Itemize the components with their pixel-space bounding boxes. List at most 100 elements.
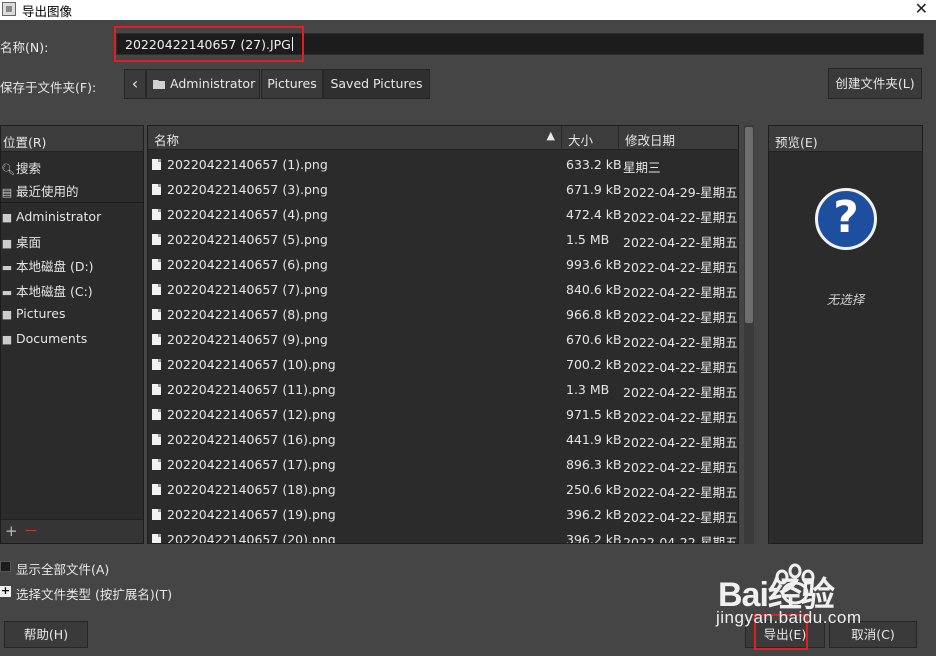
file-name: 20220422140657 (20).png — [167, 532, 336, 544]
select-file-type-expander[interactable]: 选择文件类型 (按扩展名)(T) — [16, 584, 172, 603]
file-row[interactable]: 20220422140657 (20).png 396.2 kB 2022-04-2… — [148, 527, 738, 544]
file-name: 20220422140657 (10).png — [167, 357, 336, 372]
breadcrumb-back-button[interactable]: ‹ — [124, 69, 146, 99]
file-name-cell: 20220422140657 (19).png — [152, 507, 336, 522]
file-name: 20220422140657 (5).png — [167, 232, 328, 247]
show-all-files-checkbox[interactable] — [0, 561, 11, 572]
create-folder-button[interactable]: 创建文件夹(L) — [828, 68, 922, 99]
file-row[interactable]: 20220422140657 (10).png 700.2 kB 2022-04-2… — [148, 352, 738, 377]
file-row[interactable]: 20220422140657 (11).png 1.3 MB 2022-04-22-… — [148, 377, 738, 402]
file-row[interactable]: 20220422140657 (12).png 971.5 kB 2022-04-2… — [148, 402, 738, 427]
file-row[interactable]: 20220422140657 (19).png 396.2 kB 2022-04-2… — [148, 502, 738, 527]
file-row[interactable]: 20220422140657 (17).png 896.3 kB 2022-04-2… — [148, 452, 738, 477]
place-drive-d[interactable]: ▬ 本地磁盘 (D:) — [1, 252, 143, 276]
file-row[interactable]: 20220422140657 (4).png 472.4 kB 2022-04-22… — [148, 202, 738, 227]
breadcrumb-pictures[interactable]: Pictures — [261, 69, 323, 99]
file-modified: 2022-04-22-星期五 — [623, 360, 738, 375]
recent-icon: ▤ — [1, 186, 13, 199]
file-row[interactable]: 20220422140657 (1).png 633.2 kB 星期三 — [148, 152, 738, 177]
file-size: 840.6 kB — [566, 282, 622, 297]
file-modified: 2022-04-22-星期五 — [623, 410, 738, 425]
chevron-left-icon: ‹ — [131, 74, 139, 93]
file-modified: 2022-04-22-星期五 — [623, 485, 738, 500]
watermark-url: jingyan.baidu.com — [716, 608, 862, 627]
file-name: 20220422140657 (16).png — [167, 432, 336, 447]
places-footer: + — — [1, 519, 143, 543]
file-list-scrollbar[interactable] — [744, 125, 754, 544]
place-documents[interactable]: ■ Documents — [1, 327, 143, 351]
place-drive-c[interactable]: ▬ 本地磁盘 (C:) — [1, 277, 143, 301]
column-modified-header[interactable]: 修改日期 — [619, 126, 738, 150]
breadcrumb-administrator[interactable]: Administrator — [146, 69, 260, 99]
file-modified: 2022-04-22-星期五 — [623, 235, 738, 250]
file-size: 700.2 kB — [566, 357, 622, 372]
file-modified: 2022-04-22-星期五 — [623, 210, 738, 225]
close-icon[interactable]: ✕ — [915, 0, 928, 18]
file-name-cell: 20220422140657 (11).png — [152, 382, 336, 397]
file-modified: 2022-04-22-星期五 — [623, 335, 738, 350]
file-row[interactable]: 20220422140657 (7).png 840.6 kB 2022-04-22… — [148, 277, 738, 302]
place-desktop[interactable]: ■ 桌面 — [1, 228, 143, 252]
file-name-cell: 20220422140657 (17).png — [152, 457, 336, 472]
place-label: Documents — [16, 331, 88, 346]
file-modified: 2022-04-22-星期五 — [623, 310, 738, 325]
file-row[interactable]: 20220422140657 (9).png 670.6 kB 2022-04-22… — [148, 327, 738, 352]
image-file-icon — [152, 259, 161, 270]
name-label: 名称(N): — [0, 40, 49, 55]
file-size: 1.3 MB — [566, 382, 610, 397]
file-modified: 2022-04-22-星期五 — [623, 535, 738, 544]
file-row[interactable]: 20220422140657 (3).png 671.9 kB 2022-04-29… — [148, 177, 738, 202]
image-file-icon — [152, 409, 161, 420]
file-name-cell: 20220422140657 (16).png — [152, 432, 336, 447]
place-label: 本地磁盘 (C:) — [16, 284, 93, 299]
image-file-icon — [152, 184, 161, 195]
sort-ascending-icon: ▲ — [546, 129, 555, 142]
file-name: 20220422140657 (1).png — [167, 157, 328, 172]
file-name-cell: 20220422140657 (7).png — [152, 282, 328, 297]
file-modified: 2022-04-29-星期五 — [623, 185, 738, 200]
file-modified: 2022-04-22-星期五 — [623, 510, 738, 525]
file-modified: 星期三 — [623, 160, 661, 175]
file-modified: 2022-04-22-星期五 — [623, 435, 738, 450]
place-recent[interactable]: ▤ 最近使用的 — [1, 177, 143, 201]
help-button[interactable]: 帮助(H) — [4, 621, 88, 648]
file-name: 20220422140657 (11).png — [167, 382, 336, 397]
file-size: 993.6 kB — [566, 257, 622, 272]
place-search[interactable]: 🔍︎搜索 — [1, 154, 143, 178]
folder-icon: ■ — [1, 211, 13, 224]
file-row[interactable]: 20220422140657 (5).png 1.5 MB 2022-04-22-星… — [148, 227, 738, 252]
filename-highlight-box — [114, 26, 304, 62]
add-bookmark-button[interactable]: + — [5, 522, 18, 540]
image-file-icon — [152, 484, 161, 495]
window-title: 导出图像 — [22, 4, 73, 19]
image-file-icon — [152, 384, 161, 395]
column-size-header[interactable]: 大小 — [562, 126, 619, 150]
file-row[interactable]: 20220422140657 (6).png 993.6 kB 2022-04-22… — [148, 252, 738, 277]
file-list: 名称 ▲ 大小 修改日期 20220422140657 (1).png 633.2… — [147, 125, 739, 544]
breadcrumb-saved-pictures[interactable]: Saved Pictures — [323, 69, 430, 99]
file-name: 20220422140657 (19).png — [167, 507, 336, 522]
column-name-header[interactable]: 名称 ▲ — [148, 126, 562, 150]
image-file-icon — [152, 534, 161, 543]
place-administrator[interactable]: ■ Administrator — [1, 205, 143, 229]
preview-panel: 预览(E) ? 无选择 — [768, 125, 923, 544]
place-pictures[interactable]: ■ Pictures — [1, 302, 143, 326]
file-size: 971.5 kB — [566, 407, 622, 422]
file-row[interactable]: 20220422140657 (8).png 966.8 kB 2022-04-22… — [148, 302, 738, 327]
search-icon: 🔍︎ — [1, 163, 15, 176]
breadcrumb-label: Administrator — [170, 76, 256, 91]
remove-bookmark-button[interactable]: — — [25, 523, 37, 537]
file-name-cell: 20220422140657 (18).png — [152, 482, 336, 497]
file-size: 633.2 kB — [566, 157, 622, 172]
place-label: 最近使用的 — [16, 184, 79, 199]
scrollbar-thumb[interactable] — [745, 127, 753, 323]
file-size: 1.5 MB — [566, 232, 610, 247]
file-size: 671.9 kB — [566, 182, 622, 197]
place-label: Administrator — [16, 209, 102, 224]
column-label: 名称 — [154, 133, 180, 148]
expander-plus-icon[interactable]: + — [0, 585, 11, 597]
file-row[interactable]: 20220422140657 (16).png 441.9 kB 2022-04-2… — [148, 427, 738, 452]
image-file-icon — [152, 459, 161, 470]
image-file-icon — [152, 334, 161, 345]
file-row[interactable]: 20220422140657 (18).png 250.6 kB 2022-04-2… — [148, 477, 738, 502]
